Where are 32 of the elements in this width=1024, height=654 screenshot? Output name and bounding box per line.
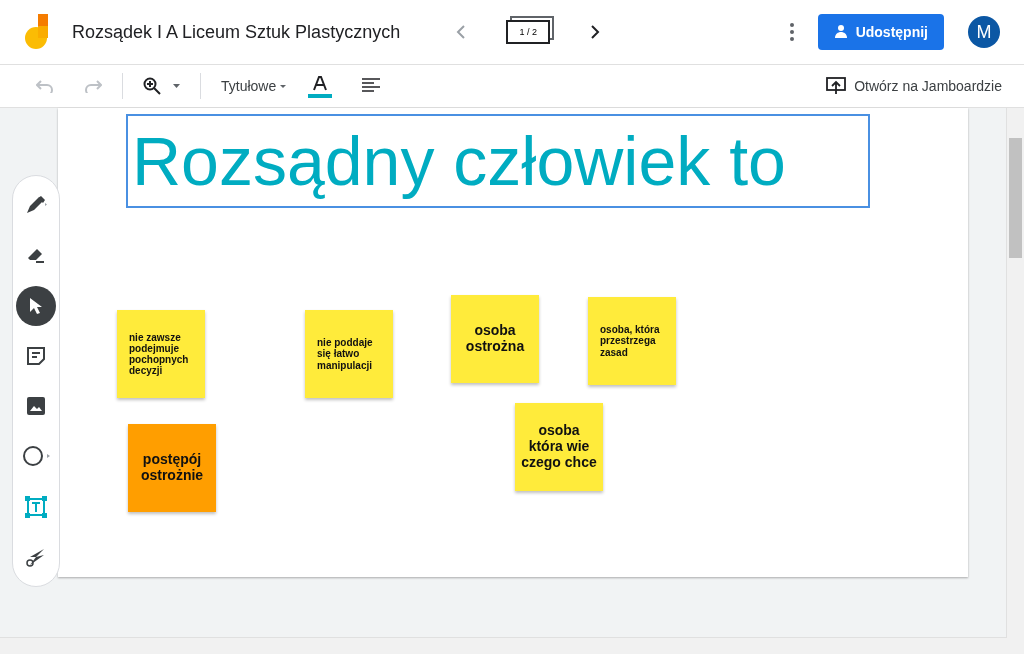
text-align-icon[interactable] (362, 78, 381, 94)
text-style-dropdown[interactable]: Tytułowe (221, 78, 287, 94)
previous-frame-icon[interactable] (456, 24, 467, 40)
open-in-jamboard-button[interactable]: Otwórz na Jamboardzie (826, 77, 1002, 95)
zoom-icon[interactable] (143, 77, 161, 95)
sticky-note[interactable]: osoba która wie czego chce (515, 403, 603, 491)
jamboard-logo-icon (24, 14, 50, 50)
eraser-icon (26, 246, 46, 265)
image-icon (27, 397, 45, 416)
caret-icon[interactable] (173, 84, 180, 88)
circle-icon (22, 445, 50, 468)
sticky-note[interactable]: osoba, która przestrzega zasad (588, 297, 676, 385)
more-options-icon[interactable] (789, 23, 794, 41)
sticky-note[interactable]: osoba ostrożna (451, 295, 539, 383)
select-tool-button[interactable] (16, 285, 56, 326)
upload-screen-icon (826, 77, 847, 95)
laser-pointer-icon (26, 546, 46, 567)
document-title[interactable]: Rozsądek I A Liceum Sztuk Plastycznych (72, 21, 401, 43)
sticky-note[interactable]: nie zawsze podejmuje pochopnych decyzji (117, 310, 205, 398)
sticky-note[interactable]: nie poddaje się łatwo manipulacji (305, 310, 393, 398)
sticky-note-icon (26, 345, 46, 366)
pointer-icon (29, 296, 43, 315)
text-color-icon[interactable] (308, 74, 333, 98)
next-frame-icon[interactable] (590, 24, 601, 40)
share-button[interactable]: Udostępnij (817, 14, 944, 50)
pen-icon (25, 195, 47, 216)
vertical-scrollbar[interactable] (1006, 108, 1024, 638)
account-avatar[interactable]: M (968, 16, 1000, 48)
text-box-icon (25, 495, 47, 518)
sticky-note[interactable]: postępój ostrożnie (128, 424, 216, 512)
person-icon (833, 24, 848, 40)
caret-icon (280, 84, 287, 88)
